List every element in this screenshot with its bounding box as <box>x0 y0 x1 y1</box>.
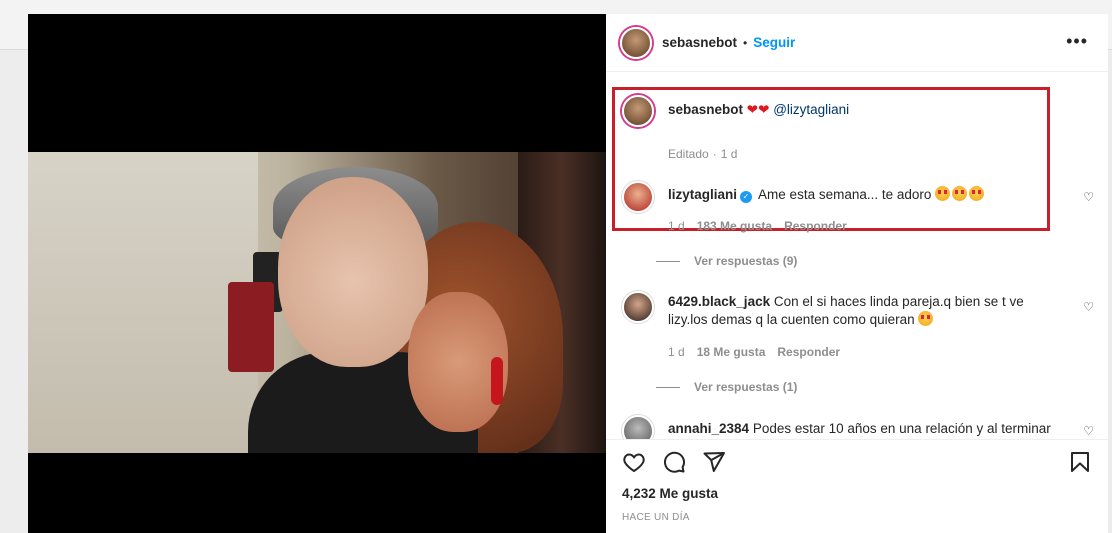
heart-icon[interactable] <box>622 450 646 474</box>
post-side-panel: sebasnebot • Seguir ••• sebasnebot ❤❤ @l… <box>606 14 1108 533</box>
star-eyes-emoji-icon <box>952 186 968 201</box>
caption-row: sebasnebot ❤❤ @lizytagliani <box>622 95 1092 127</box>
author-avatar[interactable] <box>620 26 652 59</box>
commenter-avatar[interactable] <box>622 415 654 439</box>
background-page <box>0 50 28 533</box>
comment-like-icon[interactable]: ♡ <box>1083 424 1094 438</box>
comment-time[interactable]: 1 d <box>668 345 685 359</box>
author-username[interactable]: sebasnebot <box>662 35 737 50</box>
post-header: sebasnebot • Seguir ••• <box>606 14 1108 72</box>
share-icon[interactable] <box>702 450 726 474</box>
star-eyes-emoji-icon <box>969 186 985 201</box>
reply-button[interactable]: Responder <box>784 219 847 233</box>
commenter-username[interactable]: 6429.black_jack <box>668 294 770 309</box>
comment-row: annahi_2384 Podes estar 10 años en una r… <box>622 415 1092 439</box>
likes-count[interactable]: 4,232 Me gusta <box>622 486 718 501</box>
post-media[interactable] <box>28 14 606 533</box>
post-time-ago[interactable]: HACE UN DÍA <box>622 512 690 523</box>
red-hearts-emoji: ❤❤ <box>746 102 770 117</box>
meta-dot: · <box>712 147 717 161</box>
comment-like-icon[interactable]: ♡ <box>1083 190 1094 204</box>
mention-link[interactable]: @lizytagliani <box>773 102 849 117</box>
replies-line <box>656 386 680 388</box>
post-actions: 4,232 Me gusta HACE UN DÍA <box>606 439 1108 533</box>
comment-meta: 1 d 183 Me gusta Responder <box>668 219 859 233</box>
caption-avatar[interactable] <box>622 95 654 127</box>
photo-man-head <box>278 177 428 367</box>
verified-badge-icon: ✓ <box>740 191 753 203</box>
comment-body: Ame esta semana... te adoro <box>758 187 932 202</box>
comment-body: Podes estar 10 años en una relación y al… <box>752 421 1051 436</box>
follow-button[interactable]: Seguir <box>753 35 795 50</box>
comments-list[interactable]: sebasnebot ❤❤ @lizytagliani Editado · 1 … <box>606 73 1108 439</box>
comment-text: annahi_2384 Podes estar 10 años en una r… <box>668 420 1058 439</box>
comment-like-icon[interactable]: ♡ <box>1083 300 1094 314</box>
comment-row: lizytagliani ✓ Ame esta semana... te ador… <box>622 181 1092 213</box>
comment-meta: 1 d 18 Me gusta Responder <box>668 345 852 359</box>
view-replies-label: Ver respuestas (9) <box>694 254 798 268</box>
reply-button[interactable]: Responder <box>777 345 840 359</box>
comment-text: lizytagliani ✓ Ame esta semana... te ador… <box>668 186 1058 213</box>
comment-likes[interactable]: 18 Me gusta <box>697 345 766 359</box>
commenter-username[interactable]: annahi_2384 <box>668 421 749 436</box>
separator-dot: • <box>743 35 748 50</box>
star-eyes-emoji-icon <box>918 311 934 326</box>
caption-text: sebasnebot ❤❤ @lizytagliani <box>668 101 1058 127</box>
photo-earring <box>491 357 503 405</box>
commenter-avatar[interactable] <box>622 291 654 323</box>
edited-label: Editado <box>668 147 709 161</box>
comment-likes[interactable]: 183 Me gusta <box>697 219 772 233</box>
replies-line <box>656 260 680 262</box>
commenter-username[interactable]: lizytagliani <box>668 187 737 202</box>
commenter-avatar[interactable] <box>622 181 654 213</box>
view-replies-button[interactable]: Ver respuestas (1) <box>656 380 797 394</box>
caption-meta: Editado · 1 d <box>668 147 749 161</box>
view-replies-button[interactable]: Ver respuestas (9) <box>656 254 797 268</box>
post-photo <box>28 152 606 453</box>
more-options-icon[interactable]: ••• <box>1066 31 1088 51</box>
photo-wall <box>28 152 258 453</box>
star-eyes-emoji-icon <box>935 186 951 201</box>
comment-text: 6429.black_jack Con el si haces linda pa… <box>668 293 1058 329</box>
photo-shelf <box>228 282 274 372</box>
action-icons-row <box>622 450 726 474</box>
caption-time[interactable]: 1 d <box>721 147 738 161</box>
comment-time[interactable]: 1 d <box>668 219 685 233</box>
bookmark-icon[interactable] <box>1068 450 1092 474</box>
caption-username[interactable]: sebasnebot <box>668 102 743 117</box>
comment-icon[interactable] <box>662 450 686 474</box>
post-modal: sebasnebot • Seguir ••• sebasnebot ❤❤ @l… <box>28 14 1108 533</box>
comment-row: 6429.black_jack Con el si haces linda pa… <box>622 291 1092 329</box>
view-replies-label: Ver respuestas (1) <box>694 380 798 394</box>
